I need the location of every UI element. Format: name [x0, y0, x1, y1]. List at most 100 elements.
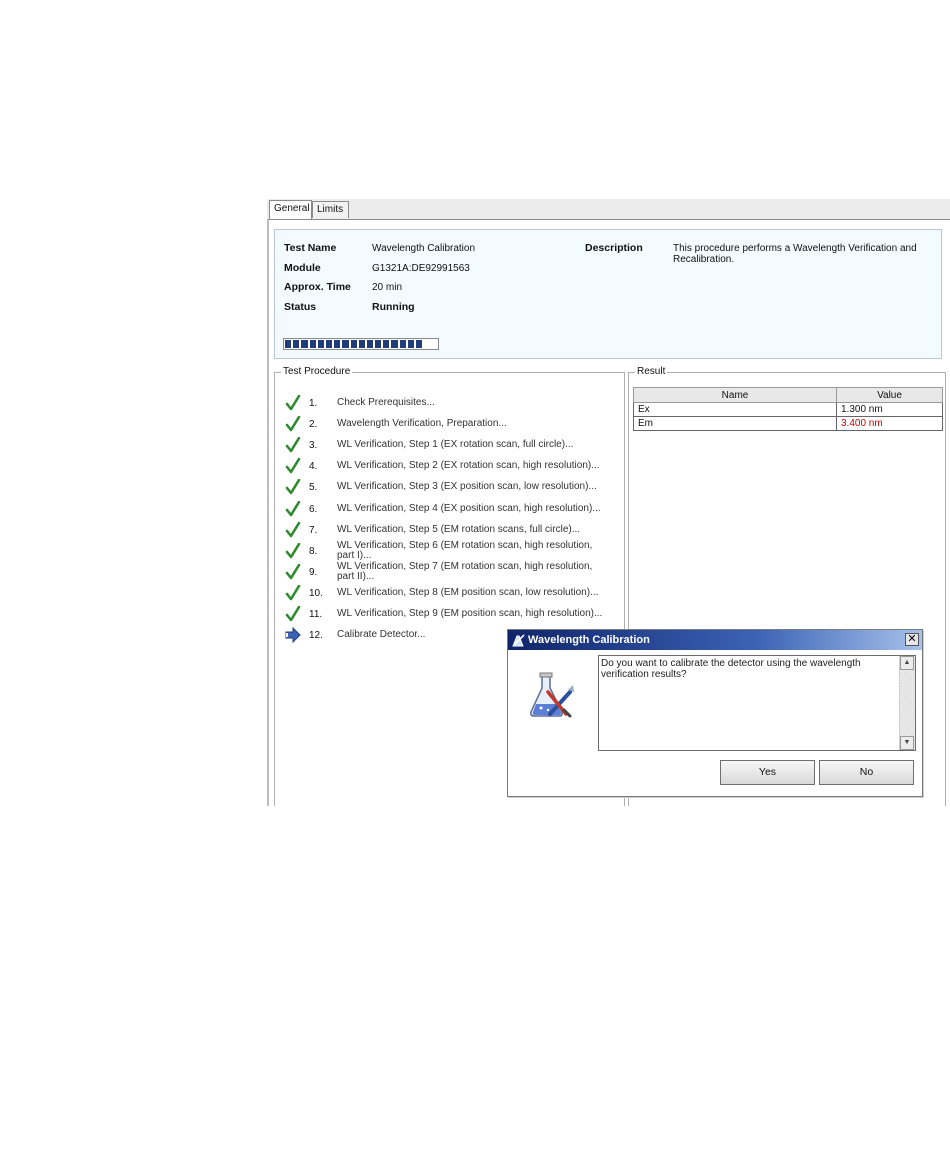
progress-block: [334, 340, 341, 348]
step-text: WL Verification, Step 7 (EM rotation sca…: [337, 561, 593, 582]
list-item: 3. WL Verification, Step 1 (EX rotation s…: [285, 437, 615, 455]
step-text: Check Prerequisites...: [337, 397, 435, 408]
status-value: Running: [372, 301, 415, 313]
step-number: 3.: [309, 440, 318, 451]
list-item: 5. WL Verification, Step 3 (EX position s…: [285, 479, 615, 497]
step-list: 1. Check Prerequisites... 2. Wavelength Ver…: [275, 373, 626, 673]
description-label: Description: [585, 242, 643, 254]
progress-block: [301, 340, 308, 348]
result-col-value: Value: [836, 387, 943, 403]
list-item: 2. Wavelength Verification, Preparation..…: [285, 416, 615, 434]
table-row[interactable]: Em 3.400 nm: [633, 416, 943, 431]
result-title: Result: [635, 366, 668, 377]
check-icon: [285, 437, 301, 453]
step-number: 11.: [309, 609, 323, 620]
dialog-message: Do you want to calibrate the detector us…: [601, 658, 861, 680]
step-text: WL Verification, Step 3 (EX position sca…: [337, 481, 597, 492]
module-value: G1321A:DE92991563: [372, 263, 470, 274]
step-number: 5.: [309, 482, 318, 493]
message-box: Do you want to calibrate the detector us…: [598, 655, 916, 751]
dialog-app-icon: [512, 634, 525, 647]
list-item: 10. WL Verification, Step 8 (EM position …: [285, 585, 615, 603]
check-icon: [285, 479, 301, 495]
list-item: 11. WL Verification, Step 9 (EM position …: [285, 606, 615, 624]
flask-calibration-icon: [530, 672, 574, 718]
progress-block: [342, 340, 349, 348]
step-text: WL Verification, Step 5 (EM rotation sca…: [337, 524, 581, 535]
result-name-cell: Ex: [633, 402, 837, 417]
check-icon: [285, 585, 301, 601]
message-scrollbar[interactable]: ▲ ▼: [899, 656, 915, 750]
progress-block: [416, 340, 423, 348]
list-item: 7. WL Verification, Step 5 (EM rotation s…: [285, 522, 615, 540]
progress-block: [350, 340, 357, 348]
progress-block: [293, 340, 300, 348]
result-col-name: Name: [633, 387, 837, 403]
table-row[interactable]: Ex 1.300 nm: [633, 402, 943, 417]
approx-time-label: Approx. Time: [284, 281, 351, 293]
progress-bar: [283, 338, 439, 350]
step-number: 8.: [309, 546, 318, 557]
progress-block: [399, 340, 406, 348]
list-item: 8. WL Verification, Step 6 (EM rotation s…: [285, 540, 615, 561]
arrow-right-icon: [285, 627, 301, 643]
step-number: 12.: [309, 630, 323, 641]
yes-button[interactable]: Yes: [720, 760, 815, 785]
check-icon: [285, 416, 301, 432]
check-icon: [285, 522, 301, 538]
step-text: WL Verification, Step 8 (EM position sca…: [337, 587, 599, 598]
step-number: 1.: [309, 398, 318, 409]
list-item: 1. Check Prerequisites...: [285, 395, 615, 413]
check-icon: [285, 564, 301, 580]
progress-block: [325, 340, 333, 348]
scroll-up-icon[interactable]: ▲: [900, 656, 914, 670]
status-label: Status: [284, 301, 317, 313]
progress-block: [375, 340, 382, 348]
check-icon: [285, 606, 301, 622]
step-number: 9.: [309, 567, 318, 578]
check-icon: [285, 501, 301, 517]
check-icon: [285, 458, 301, 474]
step-number: 7.: [309, 525, 318, 536]
close-icon[interactable]: ✕: [905, 633, 919, 646]
dialog-title-bar[interactable]: Wavelength Calibration ✕: [508, 630, 922, 650]
test-info-panel: Test Name Wavelength Calibration Module …: [274, 229, 942, 359]
test-name-value: Wavelength Calibration: [372, 243, 476, 254]
list-item: 4. WL Verification, Step 2 (EX rotation s…: [285, 458, 615, 476]
result-table: Name Value Ex 1.300 nm Em 3.400 nm: [633, 387, 943, 431]
step-text: Wavelength Verification, Preparation...: [337, 418, 507, 429]
list-item: 6. WL Verification, Step 4 (EX position s…: [285, 501, 615, 519]
no-button[interactable]: No: [819, 760, 914, 785]
list-item: 9. WL Verification, Step 7 (EM rotation s…: [285, 561, 615, 582]
scroll-down-icon[interactable]: ▼: [900, 736, 914, 750]
description-value: This procedure performs a Wavelength Ver…: [673, 243, 917, 265]
progress-block: [285, 340, 292, 348]
result-name-cell: Em: [633, 416, 837, 431]
progress-block: [309, 340, 316, 348]
module-label: Module: [284, 262, 321, 274]
step-text: WL Verification, Step 2 (EX rotation sca…: [337, 460, 600, 471]
step-number: 10.: [309, 588, 323, 599]
step-text: WL Verification, Step 1 (EX rotation sca…: [337, 439, 574, 450]
check-icon: [285, 395, 301, 411]
progress-block: [358, 340, 365, 348]
calibration-dialog: Wavelength Calibration ✕ Do you want to …: [507, 629, 923, 797]
progress-block: [391, 340, 398, 348]
result-value-cell: 3.400 nm: [836, 416, 943, 431]
dialog-title: Wavelength Calibration: [528, 634, 650, 646]
step-text: WL Verification, Step 9 (EM position sca…: [337, 608, 603, 619]
check-icon: [285, 543, 301, 559]
progress-block: [407, 340, 414, 348]
result-value-cell: 1.300 nm: [836, 402, 943, 417]
left-border: [267, 219, 269, 806]
progress-block: [366, 340, 374, 348]
approx-time-value: 20 min: [372, 282, 403, 293]
step-number: 2.: [309, 419, 318, 430]
progress-block: [383, 340, 390, 348]
progress-block: [317, 340, 324, 348]
step-number: 6.: [309, 504, 318, 515]
tab-general[interactable]: General: [269, 200, 312, 219]
step-text: WL Verification, Step 4 (EX position sca…: [337, 503, 601, 514]
step-text: WL Verification, Step 6 (EM rotation sca…: [337, 540, 593, 561]
tab-limits[interactable]: Limits: [312, 201, 349, 218]
